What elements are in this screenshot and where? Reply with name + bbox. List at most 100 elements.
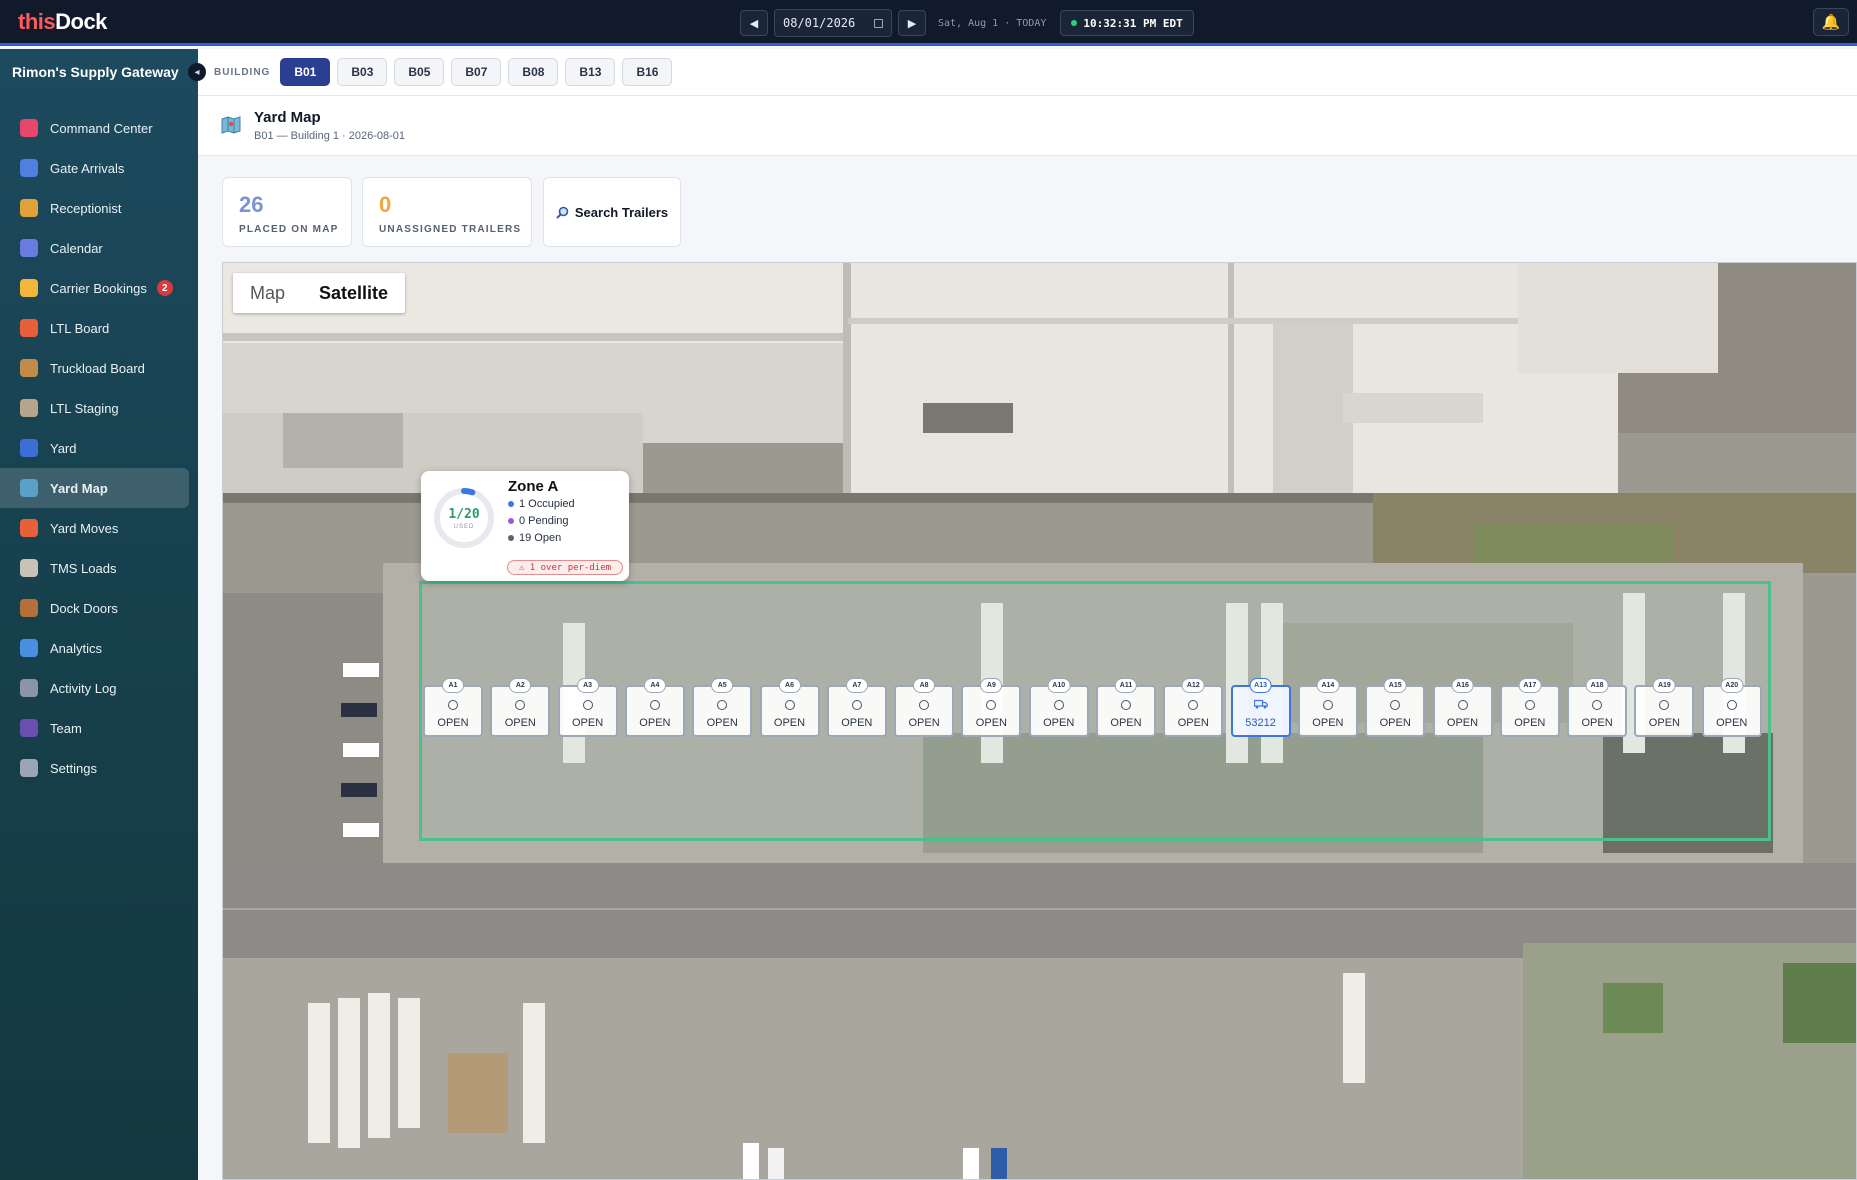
slot-status: OPEN (1312, 717, 1344, 729)
zone-occupied-stat: 1 Occupied (508, 498, 575, 510)
slot-a4[interactable]: A4 OPEN (624, 678, 685, 737)
building-b13-button[interactable]: B13 (565, 58, 616, 86)
slot-a20[interactable]: A20 OPEN (1701, 678, 1762, 737)
empty-circle-icon (1592, 700, 1603, 710)
sidebar-item-calendar[interactable]: Calendar (0, 228, 198, 268)
slot-a2[interactable]: A2 OPEN (490, 678, 551, 737)
logo-part-dock: Dock (55, 9, 107, 34)
placed-on-map-card: 26 PLACED ON MAP (222, 177, 352, 247)
slot-status: OPEN (1581, 717, 1613, 729)
empty-circle-icon (1726, 700, 1737, 710)
satellite-view-button[interactable]: Satellite (302, 273, 405, 313)
building-b05-button[interactable]: B05 (394, 58, 445, 86)
map-view-button[interactable]: Map (233, 273, 302, 313)
date-value: 08/01/2026 (783, 16, 856, 30)
slot-id-tag: A12 (1181, 678, 1205, 693)
calendar-picker-icon[interactable] (874, 18, 883, 28)
slot-a15[interactable]: A15 OPEN (1365, 678, 1426, 737)
slot-a13[interactable]: A13 53212 (1230, 678, 1291, 737)
app-logo[interactable]: thisDock (18, 9, 107, 35)
slot-a14[interactable]: A14 OPEN (1297, 678, 1358, 737)
slot-a17[interactable]: A17 OPEN (1499, 678, 1560, 737)
slot-a3[interactable]: A3 OPEN (557, 678, 618, 737)
empty-circle-icon (1524, 700, 1535, 710)
slot-a9[interactable]: A9 OPEN (961, 678, 1022, 737)
building-b08-button[interactable]: B08 (508, 58, 559, 86)
sidebar-item-dock-doors[interactable]: Dock Doors (0, 588, 198, 628)
placed-label: PLACED ON MAP (239, 224, 339, 235)
slot-a6[interactable]: A6 OPEN (759, 678, 820, 737)
trailer-number: 53212 (1245, 717, 1276, 729)
per-diem-warning-badge[interactable]: ⚠ 1 over per-diem (507, 560, 623, 575)
notifications-button[interactable]: 🔔 (1813, 8, 1849, 36)
sidebar-item-activity-log[interactable]: Activity Log (0, 668, 198, 708)
sidebar-item-label: Calendar (50, 240, 103, 256)
slot-a7[interactable]: A7 OPEN (826, 678, 887, 737)
slot-status: OPEN (1514, 717, 1546, 729)
sidebar-item-yard-moves[interactable]: Yard Moves (0, 508, 198, 548)
sidebar-item-command-center[interactable]: Command Center (0, 108, 198, 148)
zone-occupied-text: 1 Occupied (519, 498, 575, 510)
logo-part-this: this (18, 9, 56, 34)
building-b03-button[interactable]: B03 (337, 58, 388, 86)
next-day-button[interactable]: ▶ (898, 10, 926, 36)
sidebar: Rimon's Supply Gateway ◂ Command Center G… (0, 49, 206, 1180)
sidebar-item-tms-loads[interactable]: TMS Loads (0, 548, 198, 588)
slot-a1[interactable]: A1 OPEN (423, 678, 483, 737)
slot-status: OPEN (1043, 717, 1075, 729)
empty-circle-icon (1053, 700, 1064, 710)
org-name: Rimon's Supply Gateway (12, 64, 179, 80)
slot-a5[interactable]: A5 OPEN (692, 678, 753, 737)
sidebar-item-label: Gate Arrivals (50, 160, 125, 176)
placed-count: 26 (239, 192, 264, 217)
sidebar-item-analytics[interactable]: Analytics (0, 628, 198, 668)
sidebar-item-carrier-bookings[interactable]: Carrier Bookings 2 (0, 268, 198, 308)
empty-circle-icon (1390, 700, 1401, 710)
sidebar-item-gate-arrivals[interactable]: Gate Arrivals (0, 148, 198, 188)
slot-status: OPEN (1177, 717, 1209, 729)
zone-open-stat: 19 Open (508, 532, 561, 544)
bell-icon: 🔔 (1821, 14, 1841, 31)
slot-a16[interactable]: A16 OPEN (1432, 678, 1493, 737)
yard-map[interactable]: Map Satellite 1/20 USED Zone A 1 Occupie… (222, 262, 1857, 1180)
slot-a10[interactable]: A10 OPEN (1028, 678, 1089, 737)
empty-circle-icon (784, 700, 795, 710)
occupied-dot-icon (508, 501, 514, 507)
count-badge: 2 (156, 280, 173, 296)
search-trailers-button[interactable]: Search Trailers (543, 177, 681, 247)
zone-pending-stat: 0 Pending (508, 515, 569, 527)
empty-circle-icon (1457, 700, 1468, 710)
sidebar-item-receptionist[interactable]: Receptionist (0, 188, 198, 228)
building-b01-button[interactable]: B01 (280, 58, 331, 86)
sidebar-item-yard-map[interactable]: Yard Map (0, 468, 189, 508)
slot-a12[interactable]: A12 OPEN (1163, 678, 1224, 737)
slot-a18[interactable]: A18 OPEN (1567, 678, 1628, 737)
sidebar-item-yard[interactable]: Yard (0, 428, 198, 468)
sidebar-item-team[interactable]: Team (0, 708, 198, 748)
sidebar-item-settings[interactable]: Settings (0, 748, 198, 788)
sidebar-item-label: Yard Moves (50, 520, 119, 536)
sidebar-item-ltl-board[interactable]: LTL Board (0, 308, 198, 348)
slot-a19[interactable]: A19 OPEN (1634, 678, 1695, 737)
sidebar-collapse-button[interactable]: ◂ (188, 63, 206, 81)
zone-used-label: USED (453, 524, 475, 530)
building-b16-button[interactable]: B16 (622, 58, 673, 86)
parking-icon (20, 439, 38, 457)
sidebar-item-label: Activity Log (50, 680, 117, 696)
clock-icon (20, 679, 38, 697)
prev-day-button[interactable]: ◀ (740, 10, 768, 36)
map-icon (221, 116, 241, 134)
slot-a8[interactable]: A8 OPEN (894, 678, 955, 737)
building-b07-button[interactable]: B07 (451, 58, 502, 86)
sidebar-item-ltl-staging[interactable]: LTL Staging (0, 388, 198, 428)
empty-circle-icon (1121, 700, 1131, 710)
slot-id-tag: A4 (643, 678, 666, 693)
slot-a11[interactable]: A11 OPEN (1096, 678, 1156, 737)
date-input[interactable]: 08/01/2026 (774, 9, 892, 37)
zone-name: Zone A (508, 478, 559, 495)
slot-id-tag: A10 (1047, 678, 1071, 693)
zone-a-summary-card[interactable]: 1/20 USED Zone A 1 Occupied 0 Pending 19… (421, 471, 629, 581)
top-bar: thisDock ◀ 08/01/2026 ▶ Sat, Aug 1 · TOD… (0, 0, 1857, 46)
building-selector: BUILDING B01 B03 B05 B07 B08 B13 B16 (198, 49, 1857, 96)
sidebar-item-truckload-board[interactable]: Truckload Board (0, 348, 198, 388)
